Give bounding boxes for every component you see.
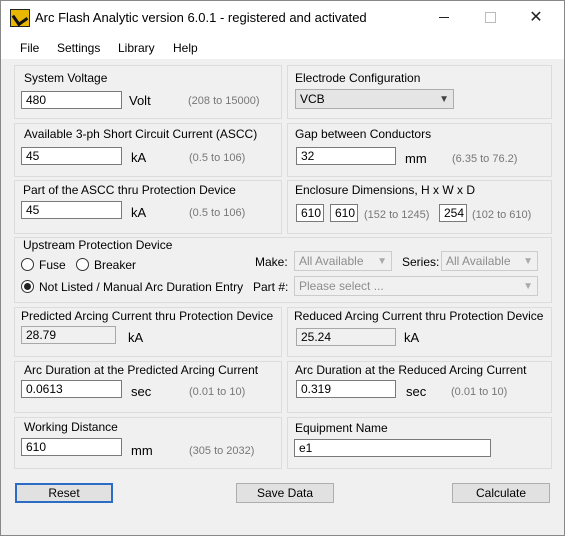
enclosure-label: Enclosure Dimensions, H x W x D	[295, 183, 476, 197]
ascc-range: (0.5 to 106)	[189, 152, 246, 164]
minimize-icon	[439, 16, 449, 18]
title-bar[interactable]: Arc Flash Analytic version 6.0.1 - regis…	[1, 1, 564, 33]
ascc-unit: kA	[131, 150, 147, 165]
reduced-duration-unit: sec	[406, 384, 427, 399]
reduced-duration-group: Arc Duration at the Reduced Arcing Curre…	[287, 361, 552, 413]
enclosure-group: Enclosure Dimensions, H x W x D 610 610 …	[287, 180, 552, 234]
system-voltage-label: System Voltage	[24, 71, 108, 85]
chevron-down-icon: ▼	[439, 94, 449, 105]
reduced-duration-range: (0.01 to 10)	[451, 386, 508, 398]
close-icon: ✕	[529, 9, 543, 26]
predicted-arcing-group: Predicted Arcing Current thru Protection…	[14, 307, 282, 357]
enclosure-height-input[interactable]: 610	[296, 204, 324, 222]
chevron-down-icon: ▼	[523, 281, 533, 292]
calculate-button[interactable]: Calculate	[452, 483, 550, 503]
breaker-label[interactable]: Breaker	[94, 258, 136, 272]
system-voltage-unit: Volt	[129, 93, 151, 108]
ascc-group: Available 3-ph Short Circuit Current (AS…	[14, 123, 282, 177]
working-distance-label: Working Distance	[24, 420, 118, 434]
upstream-group: Upstream Protection Device Fuse Breaker …	[14, 237, 552, 303]
series-select[interactable]: All Available ▼	[441, 251, 538, 271]
menu-bar: File Settings Library Help	[1, 33, 564, 59]
menu-library[interactable]: Library	[118, 41, 155, 55]
electrode-select[interactable]: VCB ▼	[295, 89, 454, 109]
fuse-label[interactable]: Fuse	[39, 258, 66, 272]
system-voltage-input[interactable]: 480	[21, 91, 122, 109]
equipment-group: Equipment Name e1	[287, 417, 552, 469]
predicted-arcing-output: 28.79	[21, 326, 116, 344]
ascc-label: Available 3-ph Short Circuit Current (AS…	[24, 127, 258, 141]
predicted-duration-label: Arc Duration at the Predicted Arcing Cur…	[24, 363, 259, 377]
equipment-name-input[interactable]: e1	[294, 439, 491, 457]
upstream-label: Upstream Protection Device	[23, 238, 173, 252]
predicted-arcing-label: Predicted Arcing Current thru Protection…	[21, 309, 274, 323]
gap-label: Gap between Conductors	[295, 127, 432, 141]
predicted-arcing-unit: kA	[128, 330, 144, 345]
gap-unit: mm	[405, 151, 427, 166]
predicted-duration-range: (0.01 to 10)	[189, 386, 246, 398]
enclosure-d-range: (102 to 610)	[472, 209, 532, 221]
make-label: Make:	[255, 255, 288, 269]
system-voltage-range: (208 to 15000)	[188, 95, 260, 107]
make-value: All Available	[299, 254, 364, 268]
enclosure-depth-input[interactable]: 254	[439, 204, 467, 222]
predicted-duration-input[interactable]: 0.0613	[21, 380, 122, 398]
gap-group: Gap between Conductors 32 mm (6.35 to 76…	[287, 123, 552, 177]
reset-button[interactable]: Reset	[15, 483, 113, 503]
maximize-icon	[484, 11, 496, 23]
app-logo-icon	[10, 9, 30, 27]
menu-settings[interactable]: Settings	[57, 41, 100, 55]
electrode-group: Electrode Configuration VCB ▼	[287, 65, 552, 119]
working-distance-input[interactable]: 610	[21, 438, 122, 456]
make-select[interactable]: All Available ▼	[294, 251, 392, 271]
not-listed-radio[interactable]	[21, 280, 34, 293]
ascc-part-group: Part of the ASCC thru Protection Device …	[14, 180, 282, 234]
reduced-duration-input[interactable]: 0.319	[296, 380, 396, 398]
part-label: Part #:	[253, 280, 289, 294]
working-distance-group: Working Distance 610 mm (305 to 2032)	[14, 417, 282, 469]
menu-file[interactable]: File	[20, 41, 39, 55]
reduced-arcing-label: Reduced Arcing Current thru Protection D…	[294, 309, 544, 323]
gap-input[interactable]: 32	[296, 147, 396, 165]
series-label: Series:	[402, 255, 440, 269]
save-data-button[interactable]: Save Data	[236, 483, 334, 503]
app-window: Arc Flash Analytic version 6.0.1 - regis…	[0, 0, 565, 536]
system-voltage-group: System Voltage 480 Volt (208 to 15000)	[14, 65, 282, 119]
close-button[interactable]: ✕	[513, 1, 559, 33]
predicted-duration-group: Arc Duration at the Predicted Arcing Cur…	[14, 361, 282, 413]
enclosure-hw-range: (152 to 1245)	[364, 209, 430, 221]
ascc-part-unit: kA	[131, 205, 147, 220]
working-distance-unit: mm	[131, 443, 153, 458]
ascc-part-range: (0.5 to 106)	[189, 207, 246, 219]
not-listed-label[interactable]: Not Listed / Manual Arc Duration Entry	[39, 280, 243, 294]
part-value: Please select ...	[299, 279, 384, 293]
chevron-down-icon: ▼	[377, 256, 387, 267]
maximize-button[interactable]	[467, 1, 513, 33]
reduced-arcing-output: 25.24	[296, 328, 396, 346]
ascc-part-input[interactable]: 45	[21, 201, 122, 219]
reduced-duration-label: Arc Duration at the Reduced Arcing Curre…	[295, 363, 527, 377]
reduced-arcing-unit: kA	[404, 330, 420, 345]
working-distance-range: (305 to 2032)	[189, 445, 255, 457]
window-title: Arc Flash Analytic version 6.0.1 - regis…	[35, 10, 367, 25]
chevron-down-icon: ▼	[523, 256, 533, 267]
menu-help[interactable]: Help	[173, 41, 198, 55]
enclosure-width-input[interactable]: 610	[330, 204, 358, 222]
reduced-arcing-group: Reduced Arcing Current thru Protection D…	[287, 307, 552, 357]
minimize-button[interactable]	[421, 1, 467, 33]
gap-range: (6.35 to 76.2)	[452, 153, 518, 165]
breaker-radio[interactable]	[76, 258, 89, 271]
equipment-label: Equipment Name	[295, 421, 388, 435]
predicted-duration-unit: sec	[131, 384, 152, 399]
ascc-part-label: Part of the ASCC thru Protection Device	[23, 183, 236, 197]
series-value: All Available	[446, 254, 511, 268]
fuse-radio[interactable]	[21, 258, 34, 271]
electrode-value: VCB	[300, 92, 325, 106]
part-select[interactable]: Please select ... ▼	[294, 276, 538, 296]
electrode-label: Electrode Configuration	[295, 71, 421, 85]
ascc-input[interactable]: 45	[21, 147, 122, 165]
